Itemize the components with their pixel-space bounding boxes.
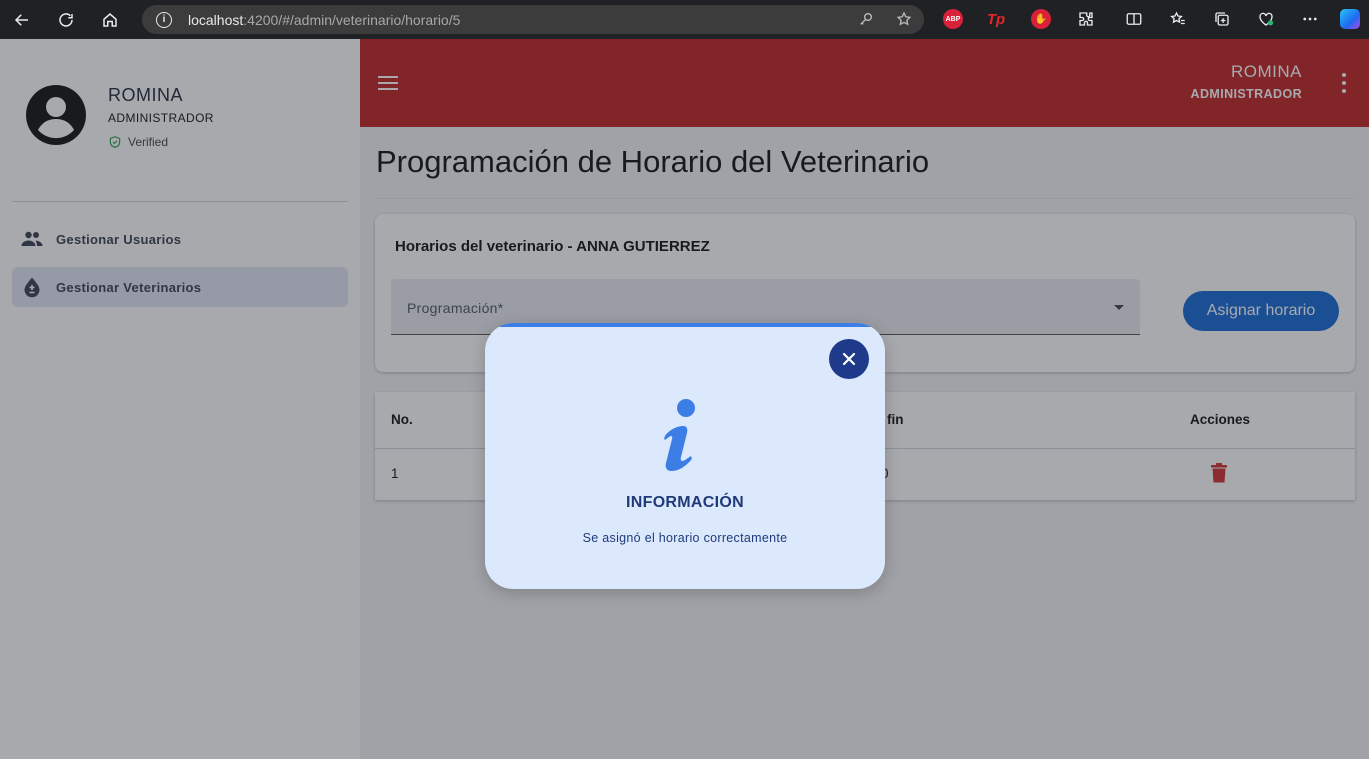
site-info-icon[interactable]: i	[156, 11, 172, 28]
info-dialog: INFORMACIÓN Se asignó el horario correct…	[485, 323, 885, 589]
star-icon[interactable]	[896, 11, 912, 27]
url-text: localhost:4200/#/admin/veterinario/horar…	[188, 12, 460, 28]
address-bar[interactable]: i localhost:4200/#/admin/veterinario/hor…	[142, 5, 924, 34]
key-icon[interactable]	[858, 11, 874, 27]
copilot-icon[interactable]	[1340, 9, 1360, 29]
hand-stop-extension-icon[interactable]: ✋	[1031, 9, 1051, 29]
reload-button[interactable]	[44, 0, 88, 39]
dialog-message: Se asignó el horario correctamente	[582, 531, 788, 545]
more-options-icon[interactable]	[1300, 9, 1320, 29]
reload-icon	[59, 12, 73, 27]
collections-icon[interactable]	[1212, 9, 1232, 29]
split-screen-icon[interactable]	[1124, 9, 1144, 29]
info-icon	[664, 399, 695, 471]
puzzle-extensions-icon[interactable]	[1076, 9, 1096, 29]
adblock-extension-icon[interactable]: ABP	[943, 9, 963, 29]
close-dialog-button[interactable]	[829, 339, 869, 379]
back-button[interactable]	[0, 0, 44, 39]
home-icon	[103, 12, 117, 27]
arrow-left-icon	[14, 13, 28, 26]
home-button[interactable]	[88, 0, 132, 39]
dialog-accent-bar	[485, 323, 885, 327]
browser-essentials-icon[interactable]	[1256, 9, 1276, 29]
favorites-icon[interactable]	[1168, 9, 1188, 29]
close-icon	[842, 352, 856, 366]
url-host: localhost	[188, 11, 244, 28]
dialog-title: INFORMACIÓN	[626, 494, 744, 511]
tp-extension-icon[interactable]: Tp	[986, 9, 1006, 29]
url-path: :4200/#/admin/veterinario/horario/5	[243, 11, 461, 28]
